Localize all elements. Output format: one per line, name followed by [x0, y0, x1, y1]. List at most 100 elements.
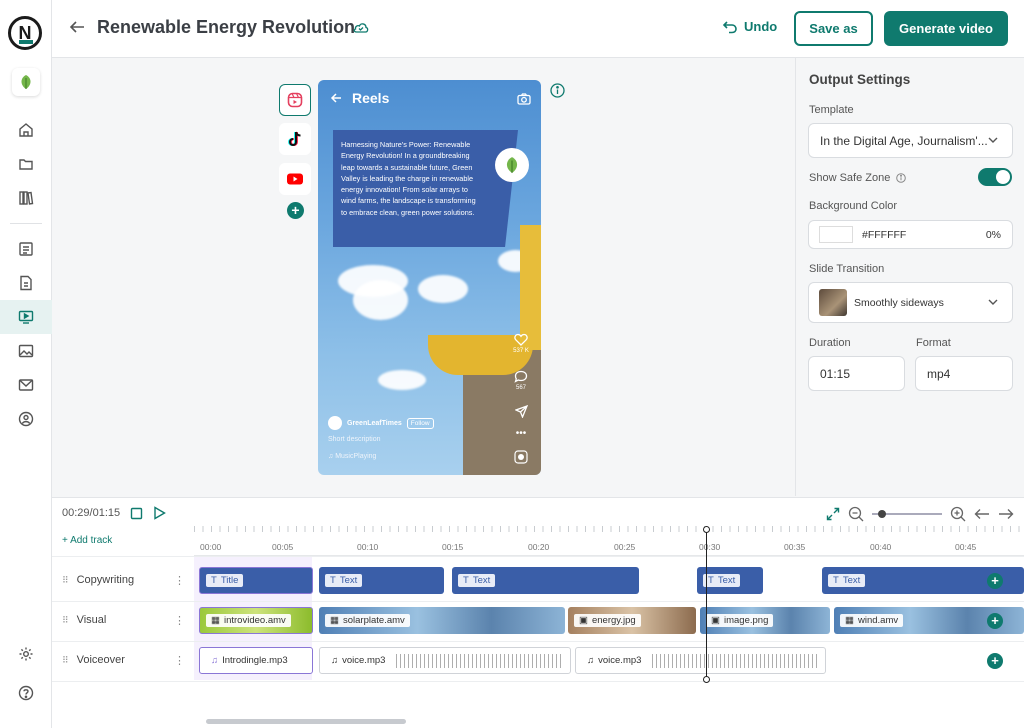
info-icon[interactable]: [550, 83, 565, 103]
horizontal-scrollbar[interactable]: [206, 719, 406, 724]
arrow-right-icon[interactable]: [998, 508, 1014, 520]
bg-opacity-value[interactable]: 0%: [986, 229, 1001, 241]
left-rail: N: [0, 0, 52, 728]
duration-field[interactable]: 01:15: [808, 356, 905, 391]
kebab-menu-icon[interactable]: ⋮: [174, 654, 185, 667]
clip-label: T Text: [828, 574, 866, 587]
track-label-copywriting[interactable]: ⠿ Copywriting ⋮: [62, 574, 185, 587]
audio-disc-icon[interactable]: [510, 450, 532, 466]
text-clip[interactable]: T Text: [452, 567, 639, 594]
info-icon[interactable]: [896, 173, 907, 183]
zoom-slider-knob[interactable]: [878, 510, 886, 518]
template-select[interactable]: In the Digital Age, Journalism'...: [808, 123, 1013, 158]
mail-icon[interactable]: [0, 368, 52, 402]
video-clip[interactable]: ▦ solarplate.amv: [319, 607, 565, 634]
text-type-icon: T: [463, 575, 469, 586]
avatar[interactable]: [328, 416, 342, 430]
audio-waveform: [652, 653, 819, 668]
stop-icon[interactable]: [130, 507, 143, 520]
user-add-icon[interactable]: [0, 402, 52, 436]
ruler-tick: 00:05: [272, 542, 294, 552]
video-clip[interactable]: ▦ introvideo.amv: [199, 607, 313, 634]
row-divider: [52, 681, 1024, 682]
undo-button[interactable]: Undo: [722, 19, 777, 34]
bg-color-value[interactable]: #FFFFFF: [862, 229, 906, 241]
clip-label: T Text: [458, 574, 496, 587]
playback-controls: 00:29/01:15: [62, 506, 167, 520]
bg-color-field[interactable]: #FFFFFF 0%: [808, 220, 1013, 249]
help-icon[interactable]: [0, 676, 52, 710]
time-ruler[interactable]: 00:00 00:05 00:10 00:15 00:20 00:25 00:3…: [194, 526, 1024, 556]
top-bar: Renewable Energy Revolution Undo Save as…: [52, 0, 1024, 58]
music-row: ♫ MusicPlaying: [328, 453, 377, 460]
video-icon[interactable]: [0, 300, 52, 334]
safe-zone-toggle[interactable]: [978, 168, 1012, 186]
audio-clip[interactable]: ♫ Introdingle.mp3: [199, 647, 313, 674]
bg-color-label: Background Color: [809, 200, 898, 212]
color-swatch[interactable]: [819, 226, 853, 243]
text-type-icon: T: [211, 575, 217, 586]
ruler-tick: 00:20: [528, 542, 550, 552]
username[interactable]: GreenLeafTimes: [347, 420, 402, 427]
list-icon[interactable]: [0, 232, 52, 266]
add-track-button[interactable]: + Add track: [62, 535, 112, 546]
audio-clip[interactable]: ♫ voice.mp3: [319, 647, 571, 674]
play-icon[interactable]: [153, 506, 167, 520]
settings-title: Output Settings: [809, 72, 911, 87]
cloud-saved-icon: [352, 20, 370, 39]
image-clip[interactable]: ▣ image.png: [700, 607, 830, 634]
format-field[interactable]: mp4: [915, 356, 1013, 391]
kebab-menu-icon[interactable]: ⋮: [174, 574, 185, 587]
zoom-slider[interactable]: [872, 510, 942, 518]
folder-icon[interactable]: [0, 147, 52, 181]
follow-button[interactable]: Follow: [406, 417, 434, 429]
add-clip-button[interactable]: +: [987, 653, 1003, 669]
time-readout: 00:29/01:15: [62, 507, 121, 519]
video-type-icon: ▦: [211, 615, 220, 626]
document-icon[interactable]: [0, 266, 52, 300]
library-icon[interactable]: [0, 181, 52, 215]
add-platform-button[interactable]: +: [287, 202, 304, 219]
audio-clip[interactable]: ♫ voice.mp3: [575, 647, 826, 674]
brand-leaf-icon[interactable]: [12, 68, 40, 96]
phone-preview: Reels Harnessing Nature's Power: Renewab…: [318, 80, 541, 475]
more-icon[interactable]: •••: [510, 428, 532, 439]
share-icon[interactable]: [510, 404, 532, 420]
zoom-in-icon[interactable]: [950, 506, 966, 522]
platform-tiktok[interactable]: [279, 123, 311, 155]
playhead[interactable]: [703, 526, 710, 683]
back-arrow-icon[interactable]: [330, 92, 342, 104]
track-label-visual[interactable]: ⠿ Visual ⋮: [62, 614, 185, 627]
kebab-menu-icon[interactable]: ⋮: [174, 614, 185, 627]
drag-handle-icon[interactable]: ⠿: [62, 575, 69, 586]
expand-icon[interactable]: [826, 507, 840, 521]
drag-handle-icon[interactable]: ⠿: [62, 615, 69, 626]
transition-select[interactable]: Smoothly sideways: [808, 282, 1013, 323]
add-clip-button[interactable]: +: [987, 573, 1003, 589]
like-button[interactable]: 537 K: [510, 333, 532, 354]
settings-icon[interactable]: [0, 637, 52, 671]
generate-video-button[interactable]: Generate video: [884, 11, 1008, 46]
platform-youtube[interactable]: [279, 163, 311, 195]
add-clip-button[interactable]: +: [987, 613, 1003, 629]
timeline-panel: 00:29/01:15 + Add track 00:00 00:05 00:1…: [52, 497, 1024, 728]
drag-handle-icon[interactable]: ⠿: [62, 655, 69, 666]
home-icon[interactable]: [0, 113, 52, 147]
arrow-left-icon[interactable]: [974, 508, 990, 520]
text-clip[interactable]: T Title: [199, 567, 313, 594]
image-clip[interactable]: ▣ energy.jpg: [568, 607, 696, 634]
zoom-out-icon[interactable]: [848, 506, 864, 522]
back-arrow-icon[interactable]: [68, 18, 86, 41]
ruler-tick: 00:35: [784, 542, 806, 552]
ruler-tick: 00:00: [200, 542, 222, 552]
tiktok-icon: [288, 131, 301, 146]
platform-instagram-reels[interactable]: [279, 84, 311, 116]
clip-label: ▦ solarplate.amv: [325, 614, 410, 627]
track-label-voiceover[interactable]: ⠿ Voiceover ⋮: [62, 654, 185, 667]
camera-icon[interactable]: [517, 92, 531, 110]
image-icon[interactable]: [0, 334, 52, 368]
comment-button[interactable]: 567: [510, 370, 532, 391]
text-clip[interactable]: T Text: [319, 567, 444, 594]
app-logo[interactable]: N: [8, 16, 42, 50]
save-as-button[interactable]: Save as: [794, 11, 873, 46]
